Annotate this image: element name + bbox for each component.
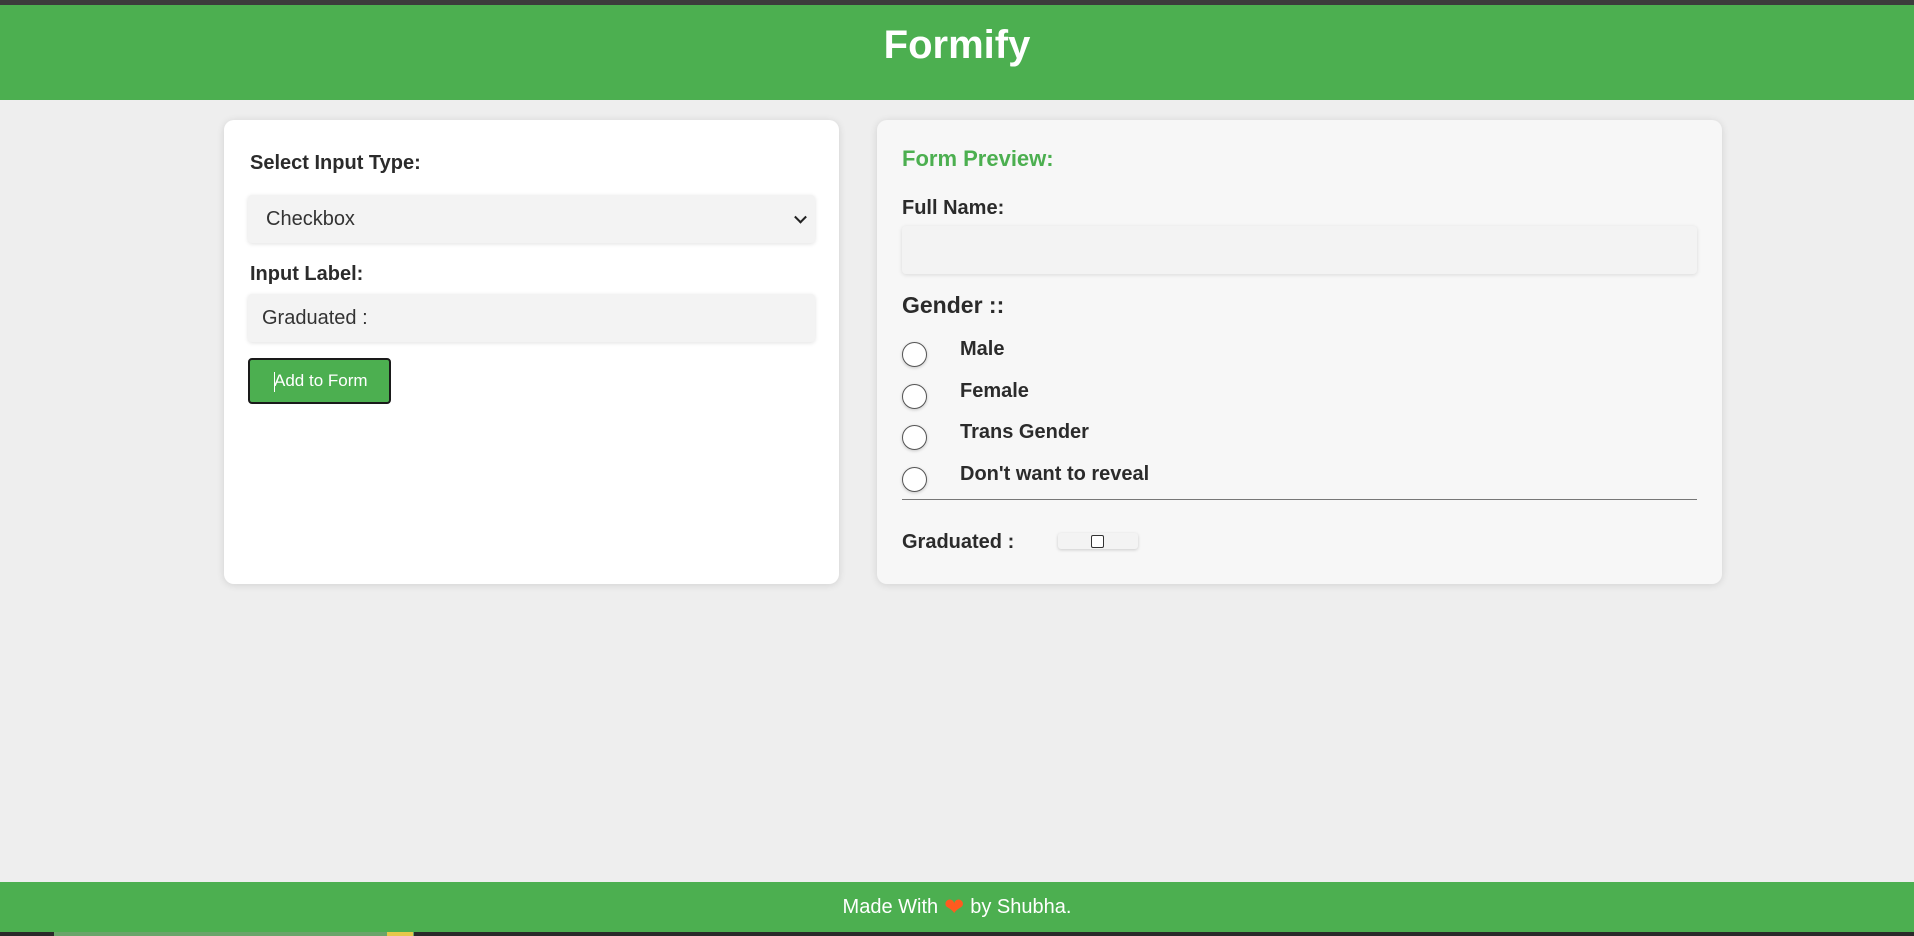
builder-panel: Select Input Type: Checkbox Input Label:… (224, 120, 839, 584)
radio-label: Male (960, 338, 1005, 360)
radio-label: Don't want to reveal (960, 463, 1150, 485)
form-preview-panel: Form Preview: Full Name: Gender :: Male … (877, 120, 1722, 584)
bottom-strip (0, 932, 1914, 936)
divider (902, 499, 1697, 500)
radio-label: Female (960, 380, 1029, 402)
input-label-field[interactable]: Graduated : (248, 294, 815, 342)
full-name-input[interactable] (902, 226, 1697, 274)
radio-button[interactable] (902, 342, 927, 367)
heart-icon: ❤ (944, 893, 965, 921)
radio-button[interactable] (902, 425, 927, 450)
graduated-checkbox[interactable] (1091, 535, 1104, 548)
form-preview-title: Form Preview: (902, 146, 1054, 171)
bottom-strip-segment (387, 932, 413, 936)
app-title: Formify (883, 23, 1031, 67)
footer-prefix: Made With (842, 895, 939, 918)
footer-suffix: by Shubha. (970, 895, 1072, 918)
radio-button[interactable] (902, 467, 927, 492)
graduated-label: Graduated : (902, 531, 1015, 553)
footer: Made With ❤ by Shubha. (0, 882, 1914, 936)
radio-label: Trans Gender (960, 421, 1089, 443)
radio-button[interactable] (902, 384, 927, 409)
input-label-field-value: Graduated : (262, 306, 368, 329)
text-caret (274, 372, 275, 392)
graduated-checkbox-wrapper[interactable] (1058, 533, 1138, 549)
add-to-form-button[interactable]: Add to Form (248, 358, 391, 404)
bottom-strip-segment (54, 932, 414, 936)
gender-option-female[interactable]: Female (902, 380, 1402, 410)
gender-option-dont-reveal[interactable]: Don't want to reveal (902, 463, 1402, 493)
select-type-label: Select Input Type: (250, 152, 421, 174)
chevron-down-icon (794, 210, 807, 224)
input-label-label: Input Label: (250, 263, 364, 285)
full-name-label: Full Name: (902, 197, 1005, 219)
input-type-select[interactable]: Checkbox (248, 195, 815, 243)
gender-option-male[interactable]: Male (902, 338, 1402, 368)
gender-option-trans-gender[interactable]: Trans Gender (902, 421, 1402, 451)
input-type-select-value: Checkbox (266, 207, 355, 230)
add-to-form-button-label: Add to Form (274, 371, 368, 390)
app-header: Formify (0, 5, 1914, 100)
gender-title: Gender :: (902, 292, 1005, 318)
